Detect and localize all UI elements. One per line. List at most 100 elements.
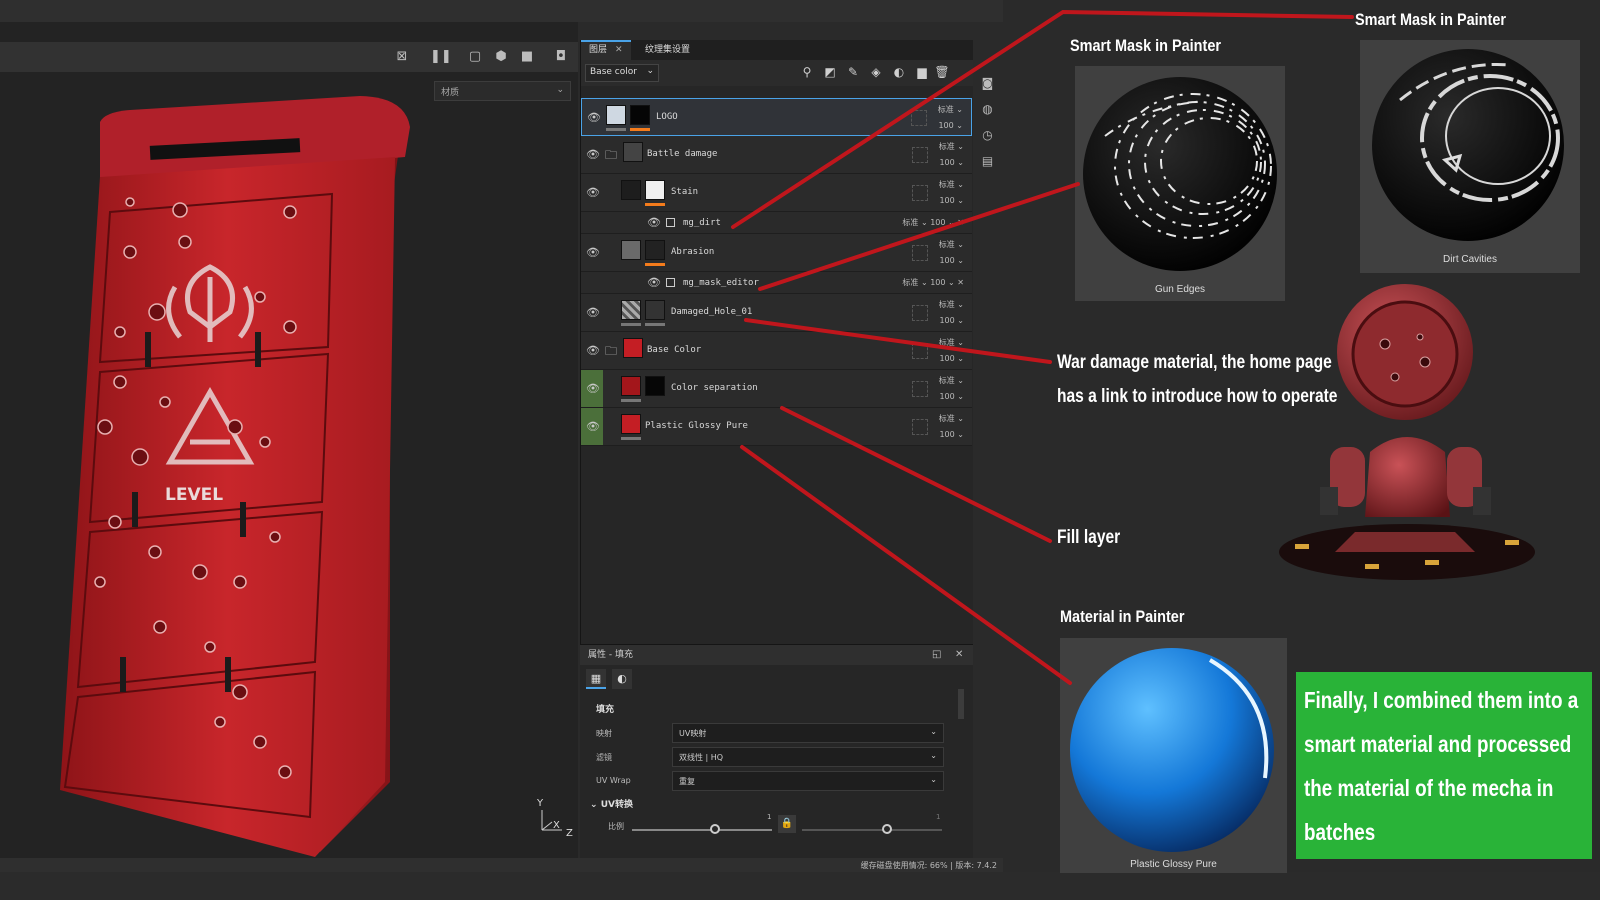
camera-video-icon[interactable]: ■	[518, 48, 536, 66]
frame-icon[interactable]: ▢	[466, 48, 484, 66]
layer-mask-checkbox[interactable]	[912, 147, 928, 163]
layer-visibility-column: 👁	[581, 332, 603, 369]
environment-icon[interactable]: ◍	[980, 102, 996, 118]
delete-icon[interactable]: 🗑	[934, 64, 950, 80]
scale-slider-knob[interactable]	[710, 824, 720, 834]
uv-transform-label: UV转换	[600, 800, 633, 810]
eye-icon[interactable]: 👁	[647, 216, 661, 229]
gun-edges-sphere	[1083, 77, 1277, 271]
layer-mask-checkbox[interactable]	[912, 381, 928, 397]
eye-icon[interactable]: 👁	[586, 420, 600, 433]
tab-texture-set[interactable]: 纹理集设置	[637, 40, 698, 60]
channel-select[interactable]: Base color ⌄	[585, 64, 659, 82]
layer-visibility-column: 👁	[581, 294, 603, 331]
screenshot-camera-icon[interactable]: ◘	[552, 48, 570, 66]
log-icon[interactable]: ▤	[980, 154, 996, 170]
layer-mask-checkbox[interactable]	[912, 343, 928, 359]
conclusion-line2: smart material and processed	[1304, 731, 1572, 757]
material-tab-icon[interactable]: ◐	[612, 669, 632, 689]
layer-blend[interactable]: 标准 ⌄ 100 ⌄	[938, 102, 963, 134]
scale-value: 1	[767, 813, 772, 821]
layer-mask-checkbox[interactable]	[912, 185, 928, 201]
folder-icon: 🗀	[605, 344, 618, 358]
close-icon[interactable]: ✕	[615, 45, 623, 55]
sublayer-row[interactable]: 👁 mg_dirt 标准 ⌄ 100 ⌄ ✕	[581, 212, 972, 234]
undock-icon[interactable]: ◱	[932, 645, 941, 665]
mapping-dropdown[interactable]: UV映射 ⌄	[672, 723, 944, 743]
close-icon[interactable]: ✕	[957, 278, 964, 287]
conclusion-line4: batches	[1304, 819, 1376, 845]
eye-icon[interactable]: 👁	[586, 148, 600, 161]
blend-mode: 标准	[902, 278, 919, 287]
eye-icon[interactable]: 👁	[586, 246, 600, 259]
opacity: 100	[930, 278, 946, 287]
layer-blend[interactable]: 标准 ⌄ 100 ⌄	[939, 237, 964, 269]
uv-wrap-dropdown[interactable]: 重复 ⌄	[672, 771, 944, 791]
fill-layer-icon[interactable]: ◈	[868, 64, 884, 80]
top-strip	[0, 0, 1003, 22]
layer-row[interactable]: 👁 Stain 标准 ⌄ 100 ⌄	[581, 174, 972, 212]
eye-icon[interactable]: 👁	[587, 111, 601, 124]
layer-blend[interactable]: 标准 ⌄ 100 ⌄	[939, 335, 964, 367]
layer-mask-checkbox[interactable]	[912, 419, 928, 435]
close-icon[interactable]: ✕	[957, 218, 964, 227]
layer-row[interactable]: 👁 Abrasion 标准 ⌄ 100 ⌄	[581, 234, 972, 272]
scale-slider-knob-2[interactable]	[882, 824, 892, 834]
filter-dropdown[interactable]: 双线性 | HQ ⌄	[672, 747, 944, 767]
eye-icon[interactable]: 👁	[586, 306, 600, 319]
add-effect-icon[interactable]: ⚲	[799, 64, 815, 80]
history-icon[interactable]: ◷	[980, 128, 996, 144]
layer-blend[interactable]: 标准 ⌄ 100 ⌄	[939, 297, 964, 329]
pause-icon[interactable]: ❚❚	[430, 48, 452, 66]
sublayer-blend[interactable]: 标准 ⌄ 100 ⌄ ✕	[902, 277, 964, 288]
layer-blend[interactable]: 标准 ⌄ 100 ⌄	[939, 411, 964, 443]
layer-blend[interactable]: 标准 ⌄ 100 ⌄	[939, 177, 964, 209]
tab-layers[interactable]: 图层 ✕	[581, 40, 631, 60]
eye-icon[interactable]: 👁	[647, 276, 661, 289]
cube-icon[interactable]: ⬢	[492, 48, 510, 66]
sublayer-row[interactable]: 👁 mg_mask_editor 标准 ⌄ 100 ⌄ ✕	[581, 272, 972, 294]
war-damage-note-line2: has a link to introduce how to operate	[1057, 386, 1338, 407]
layer-name: Base Color	[647, 345, 702, 355]
eye-icon[interactable]: 👁	[586, 382, 600, 395]
layer-row[interactable]: 👁 Plastic Glossy Pure 标准 ⌄ 100 ⌄	[581, 408, 972, 446]
layer-blend[interactable]: 标准 ⌄ 100 ⌄	[939, 139, 964, 171]
layer-row[interactable]: 👁 🗀 Base Color 标准 ⌄ 100 ⌄	[581, 332, 972, 370]
hide-grid-icon[interactable]: ⊠	[393, 48, 411, 66]
axis-y-label: Y	[537, 798, 544, 809]
smart-material-icon[interactable]: ◐	[891, 64, 907, 80]
layer-row[interactable]: 👁 Color separation 标准 ⌄ 100 ⌄	[581, 370, 972, 408]
fill-tab-icon[interactable]: ▦	[586, 669, 606, 689]
layer-mask-bar	[645, 263, 665, 266]
layer-row[interactable]: 👁 Damaged_Hole_01 标准 ⌄ 100 ⌄	[581, 294, 972, 332]
close-icon[interactable]: ✕	[955, 645, 963, 665]
folder-icon[interactable]: ▆	[914, 64, 930, 80]
camera-icon[interactable]: ◙	[980, 76, 996, 92]
eye-icon[interactable]: 👁	[586, 186, 600, 199]
layer-blend[interactable]: 标准 ⌄ 100 ⌄	[939, 373, 964, 405]
dirt-cavities-caption: Dirt Cavities	[1443, 254, 1497, 265]
layer-visibility-column: 👁	[581, 408, 603, 445]
mapping-value: UV映射	[679, 729, 707, 738]
sublayer-blend[interactable]: 标准 ⌄ 100 ⌄ ✕	[902, 217, 964, 228]
viewport-3d[interactable]: ⊠ ❚❚ ▢ ⬢ ■ ◘ 材质 ⌄ LEVEL Y X Z	[0, 22, 578, 858]
add-mask-icon[interactable]: ◩	[822, 64, 838, 80]
mask-square-icon	[666, 218, 675, 227]
properties-scrollbar[interactable]	[958, 689, 964, 719]
material-select[interactable]: 材质 ⌄	[434, 81, 571, 101]
layer-row[interactable]: 👁 🗀 Battle damage 标准 ⌄ 100 ⌄	[581, 136, 972, 174]
status-bar: 缓存磁盘使用情况: 66% | 版本: 7.4.2	[0, 858, 1003, 872]
layer-mask-checkbox[interactable]	[911, 110, 927, 126]
lock-icon[interactable]: 🔒	[778, 815, 796, 833]
layer-mask-thumbnail	[645, 300, 665, 320]
layer-bar	[606, 128, 626, 131]
paint-layer-icon[interactable]: ✎	[845, 64, 861, 80]
chevron-down-icon: ⌄	[930, 751, 937, 760]
blend-mode: 标准	[938, 240, 955, 249]
layer-mask-checkbox[interactable]	[912, 305, 928, 321]
chevron-down-icon: ⌄	[556, 85, 564, 95]
eye-icon[interactable]: 👁	[586, 344, 600, 357]
uv-transform-section[interactable]: ⌄ UV转换	[590, 797, 633, 810]
layer-row[interactable]: 👁 LOGO 标准 ⌄ 100 ⌄	[581, 98, 972, 136]
layer-mask-checkbox[interactable]	[912, 245, 928, 261]
